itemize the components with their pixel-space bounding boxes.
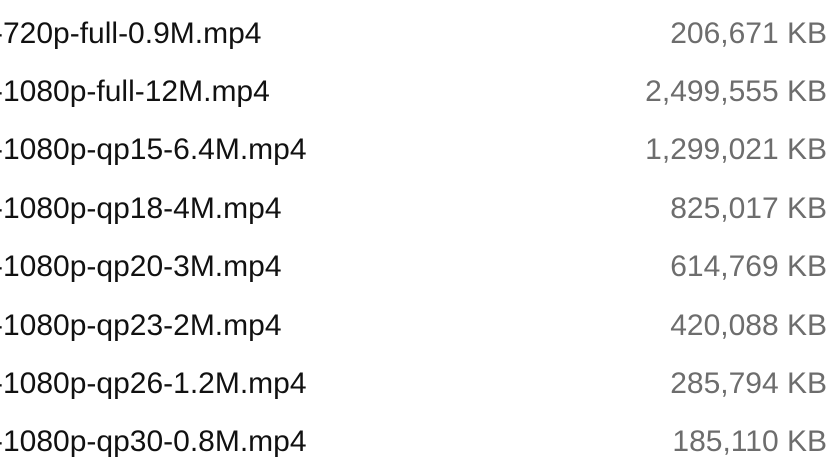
- file-size: 2,499,555 KB: [645, 75, 827, 108]
- file-name: -1080p-full-12M.mp4: [0, 75, 270, 108]
- file-name: -1080p-qp30-0.8M.mp4: [0, 425, 307, 458]
- file-row[interactable]: -1080p-qp23-2M.mp4 420,088 KB: [0, 297, 835, 355]
- file-name: -1080p-qp15-6.4M.mp4: [0, 133, 307, 166]
- file-name: -1080p-qp23-2M.mp4: [0, 309, 282, 342]
- file-list: -720p-full-0.9M.mp4 206,671 KB -1080p-fu…: [0, 0, 835, 476]
- file-row[interactable]: -1080p-qp15-6.4M.mp4 1,299,021 KB: [0, 121, 835, 179]
- file-size: 1,299,021 KB: [645, 133, 827, 166]
- file-size: 285,794 KB: [670, 367, 827, 400]
- file-name: -1080p-qp20-3M.mp4: [0, 250, 282, 283]
- file-size: 185,110 KB: [672, 425, 827, 458]
- file-name: -1080p-qp26-1.2M.mp4: [0, 367, 307, 400]
- file-size: 614,769 KB: [670, 250, 827, 283]
- file-row[interactable]: -720p-full-0.9M.mp4 206,671 KB: [0, 5, 835, 63]
- file-size: 825,017 KB: [670, 192, 827, 225]
- file-name: -720p-full-0.9M.mp4: [0, 17, 262, 50]
- file-row[interactable]: -1080p-qp26-1.2M.mp4 285,794 KB: [0, 355, 835, 413]
- file-row[interactable]: -1080p-qp20-3M.mp4 614,769 KB: [0, 238, 835, 296]
- file-size: 206,671 KB: [670, 17, 827, 50]
- file-size: 420,088 KB: [670, 309, 827, 342]
- file-row[interactable]: -1080p-qp18-4M.mp4 825,017 KB: [0, 180, 835, 238]
- file-name: -1080p-qp18-4M.mp4: [0, 192, 282, 225]
- file-row[interactable]: -1080p-qp30-0.8M.mp4 185,110 KB: [0, 413, 835, 471]
- file-row[interactable]: -1080p-full-12M.mp4 2,499,555 KB: [0, 63, 835, 121]
